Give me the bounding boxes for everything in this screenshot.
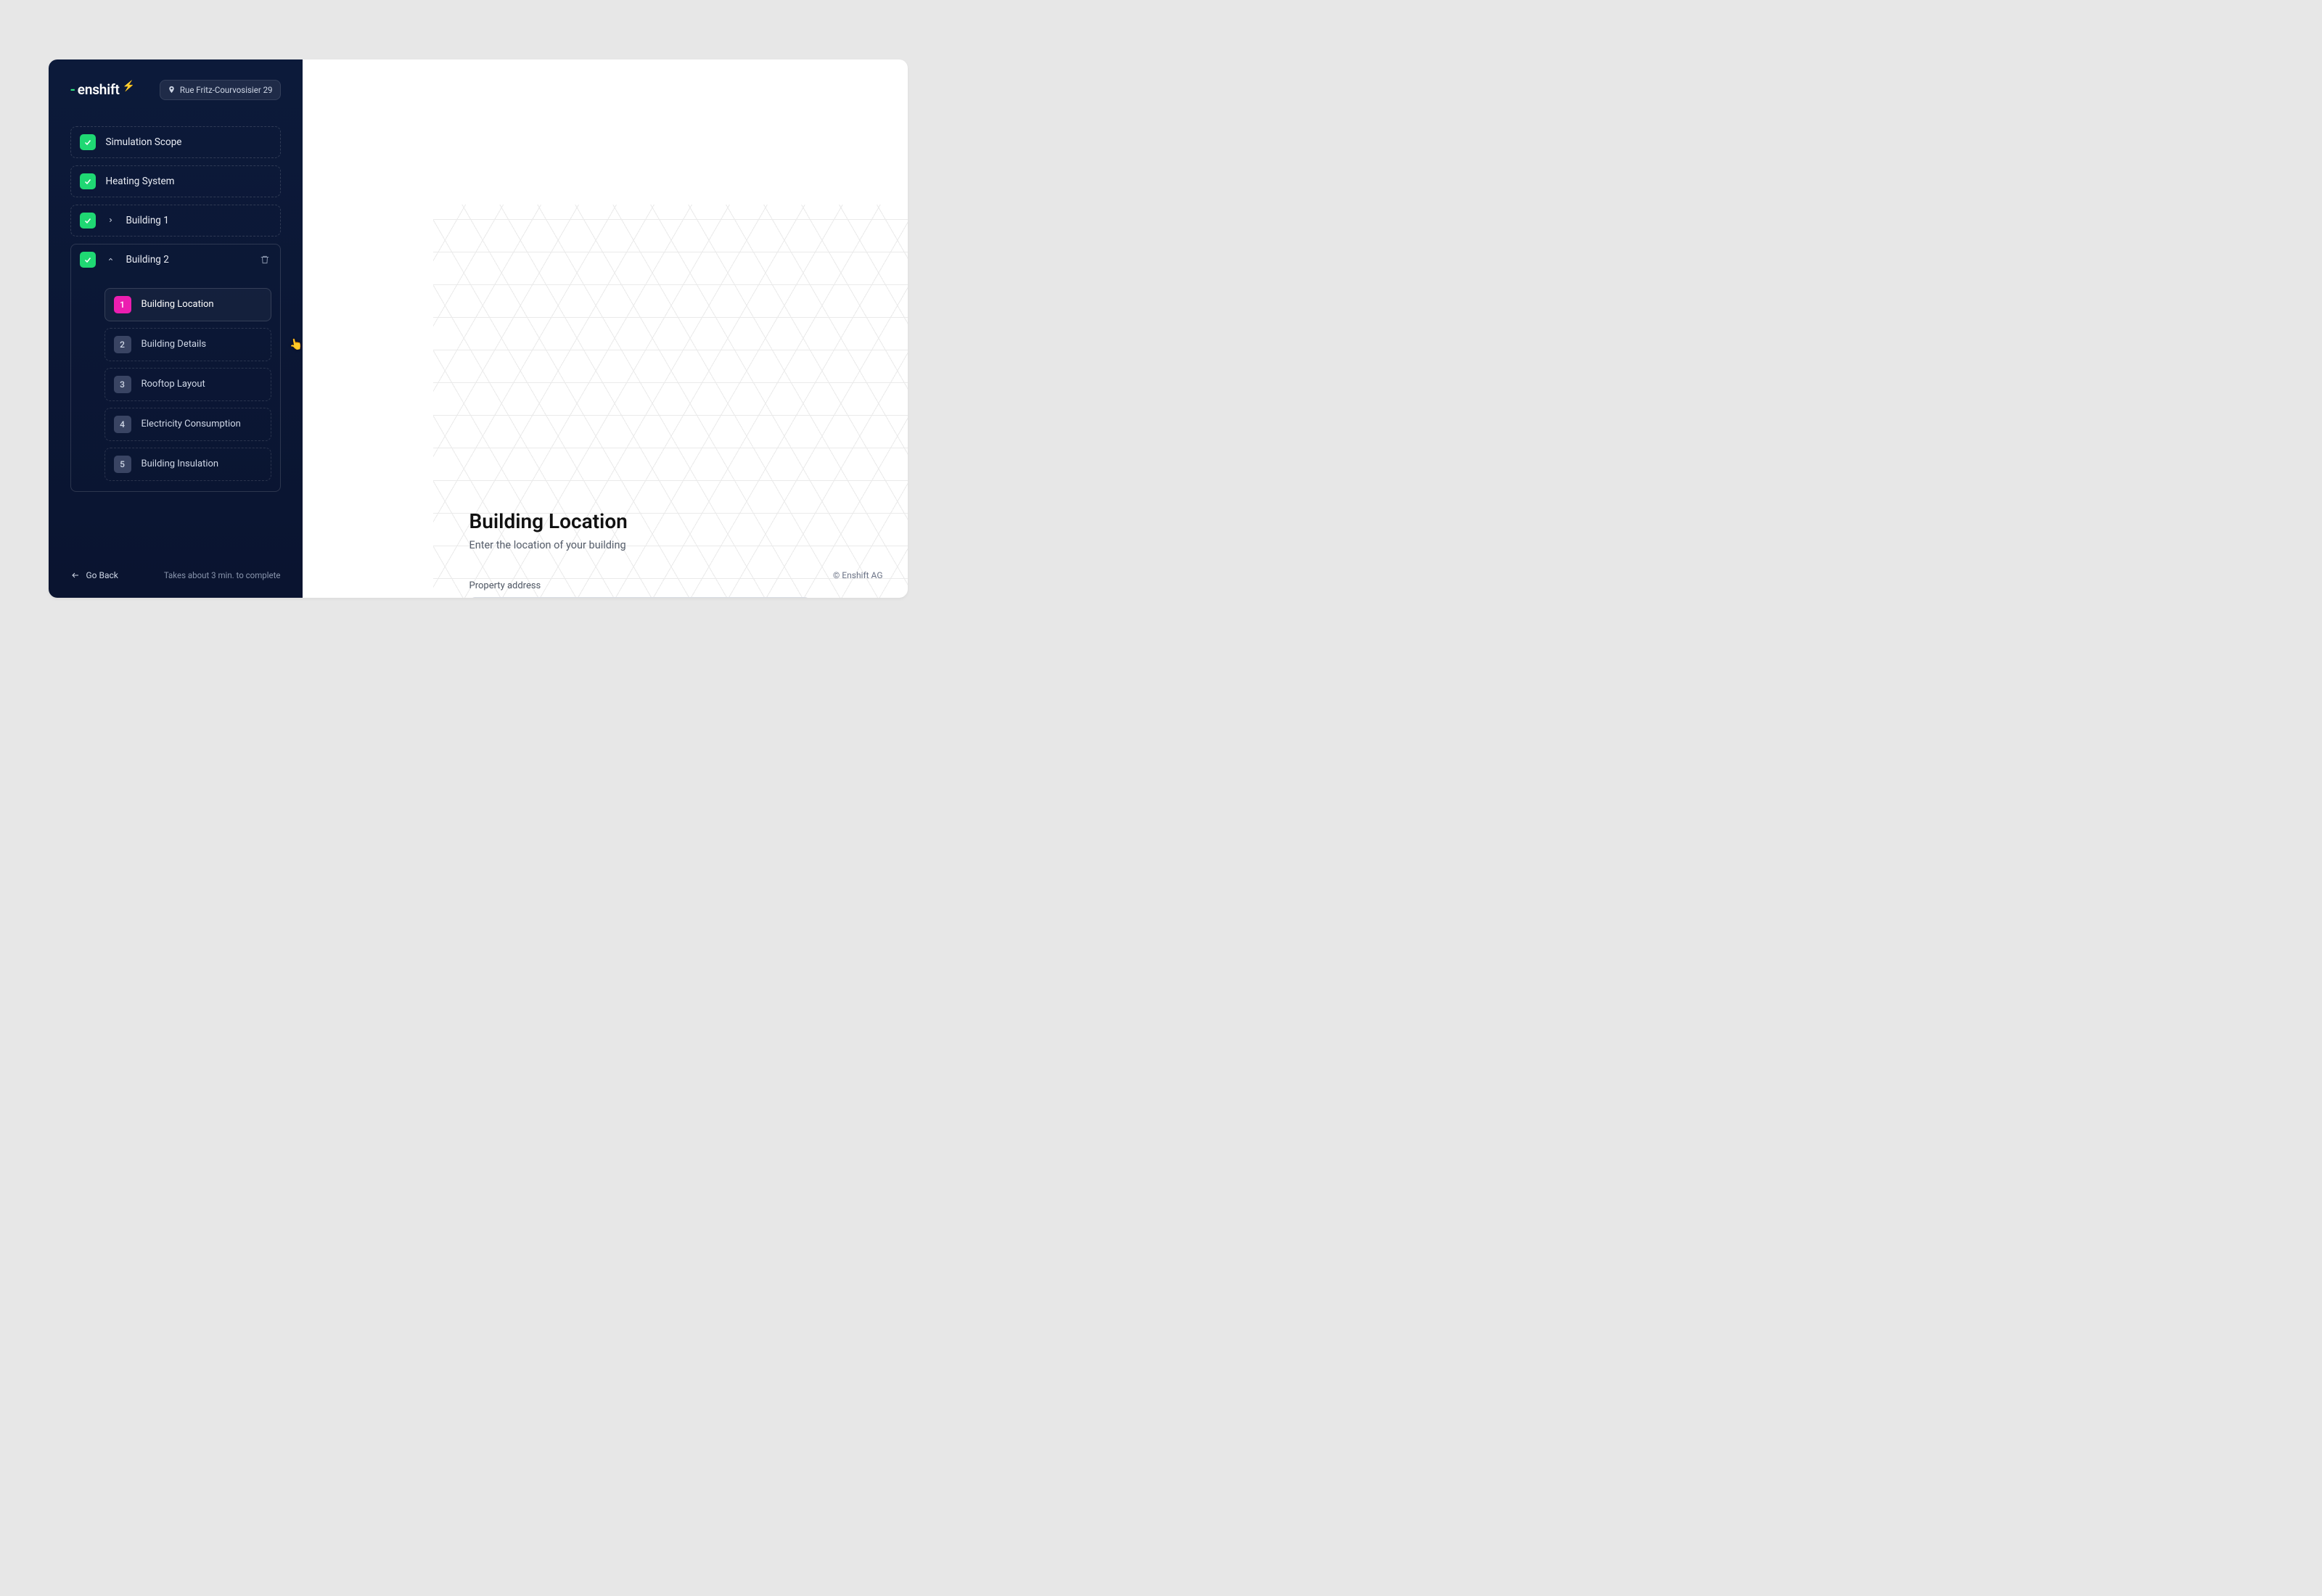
substep-list: 1 Building Location 2 Building Details 3… <box>80 288 271 481</box>
substep-label: Building Location <box>141 299 214 310</box>
sidebar-item-building-2[interactable]: Building 2 1 Building Location 2 Buildin… <box>70 244 281 492</box>
sidebar-item-simulation-scope[interactable]: Simulation Scope <box>70 126 281 158</box>
sidebar-item-label: Heating System <box>106 176 175 187</box>
substep-building-insulation[interactable]: 5 Building Insulation <box>104 448 271 481</box>
brand-logo: - enshift ⚡ <box>70 81 135 98</box>
brand-dash-icon: - <box>70 81 75 98</box>
check-icon <box>80 134 96 150</box>
sidebar-item-row: Building 2 <box>80 252 271 268</box>
step-number: 2 <box>114 336 131 353</box>
page-subtitle: Enter the location of your building <box>469 539 811 551</box>
address-chip[interactable]: Rue Fritz-Courvosisier 29 <box>160 80 281 100</box>
sidebar-item-heating-system[interactable]: Heating System <box>70 165 281 197</box>
chevron-right-icon <box>106 215 116 226</box>
check-icon <box>80 252 96 268</box>
substep-label: Building Details <box>141 339 207 350</box>
app-window: - enshift ⚡ Rue Fritz-Courvosisier 29 Si… <box>49 59 908 598</box>
step-number: 3 <box>114 376 131 393</box>
sidebar-footer: Go Back Takes about 3 min. to complete <box>70 570 281 580</box>
sidebar-item-building-1[interactable]: Building 1 <box>70 205 281 236</box>
copyright: © Enshift AG <box>833 570 883 580</box>
step-number: 1 <box>114 296 131 313</box>
substep-building-details[interactable]: 2 Building Details <box>104 328 271 361</box>
delete-building-button[interactable] <box>258 253 271 266</box>
check-icon <box>80 173 96 189</box>
trash-icon <box>260 255 270 265</box>
chevron-up-icon <box>106 255 116 265</box>
substep-electricity-consumption[interactable]: 4 Electricity Consumption <box>104 408 271 441</box>
address-input-wrap <box>469 597 811 598</box>
go-back-label: Go Back <box>86 570 118 580</box>
address-chip-text: Rue Fritz-Courvosisier 29 <box>180 85 273 95</box>
go-back-button[interactable]: Go Back <box>70 570 118 580</box>
form: Building Location Enter the location of … <box>469 509 811 598</box>
field-address: Property address <box>469 580 811 598</box>
main-panel: Building Location Enter the location of … <box>303 59 908 598</box>
pin-icon <box>168 86 176 94</box>
sidebar-item-label: Building 1 <box>126 215 169 226</box>
pointer-cursor-icon: 👆 <box>288 337 302 353</box>
bolt-icon: ⚡ <box>123 81 135 92</box>
page-title: Building Location <box>469 509 811 533</box>
sidebar-item-label: Building 2 <box>126 254 169 266</box>
brand-name: enshift <box>78 81 120 98</box>
substep-label: Rooftop Layout <box>141 379 205 390</box>
sidebar-header: - enshift ⚡ Rue Fritz-Courvosisier 29 <box>70 80 281 100</box>
substep-building-location[interactable]: 1 Building Location <box>104 288 271 321</box>
sidebar-nav: Simulation Scope Heating System Building… <box>70 126 281 562</box>
step-number: 5 <box>114 456 131 473</box>
sidebar: - enshift ⚡ Rue Fritz-Courvosisier 29 Si… <box>49 59 303 598</box>
label-address: Property address <box>469 580 811 591</box>
substep-label: Electricity Consumption <box>141 419 241 429</box>
eta-text: Takes about 3 min. to complete <box>164 570 281 580</box>
step-number: 4 <box>114 416 131 433</box>
arrow-left-icon <box>70 571 81 580</box>
sidebar-item-label: Simulation Scope <box>106 136 182 148</box>
substep-rooftop-layout[interactable]: 3 Rooftop Layout <box>104 368 271 401</box>
check-icon <box>80 213 96 229</box>
substep-label: Building Insulation <box>141 458 219 469</box>
